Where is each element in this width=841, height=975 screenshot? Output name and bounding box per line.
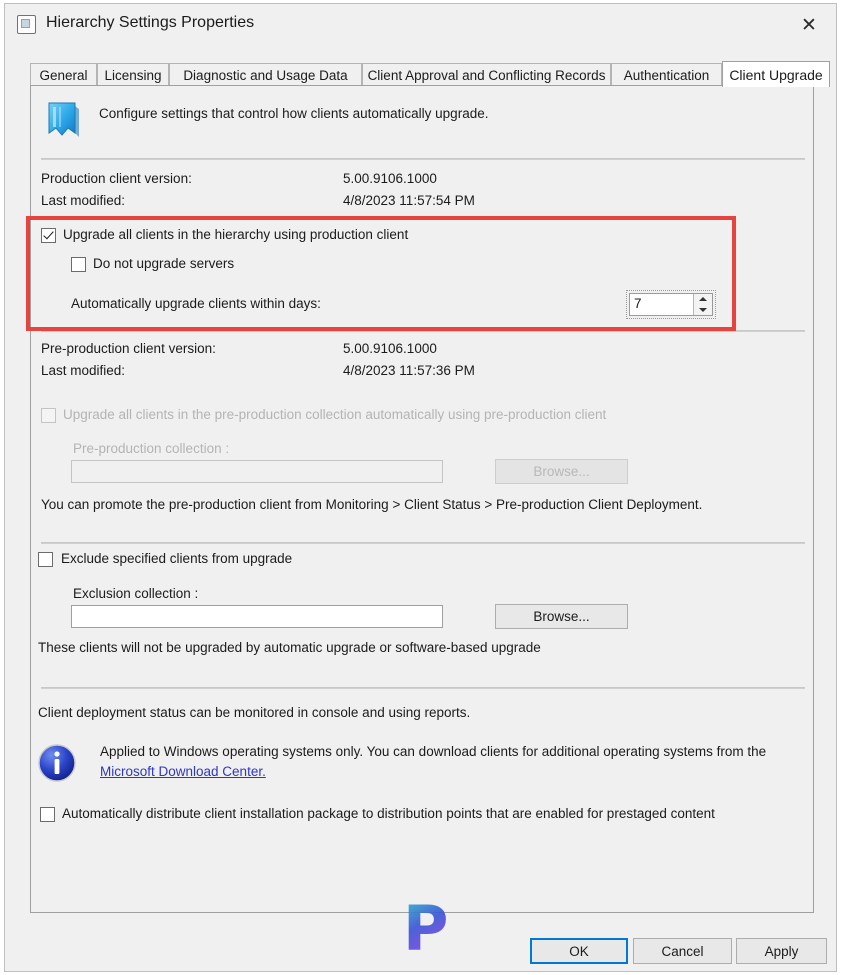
info-text-prefix: the	[747, 744, 767, 759]
tab-licensing[interactable]: Licensing	[97, 63, 169, 86]
upgrade-all-clients-label: Upgrade all clients in the hierarchy usi…	[63, 227, 409, 242]
within-days-value: 7	[634, 296, 642, 311]
exclusion-browse-button[interactable]: Browse...	[495, 604, 628, 629]
preproduction-browse-button: Browse...	[495, 459, 628, 484]
properties-icon	[17, 15, 36, 34]
window-title: Hierarchy Settings Properties	[46, 14, 255, 31]
properties-dialog: Hierarchy Settings Properties ✕ General …	[4, 3, 837, 972]
tab-general[interactable]: General	[30, 63, 97, 86]
exclusion-collection-label: Exclusion collection :	[73, 586, 199, 601]
info-icon	[38, 744, 76, 782]
production-modified-value: 4/8/2023 11:57:54 PM	[343, 193, 475, 208]
deployment-status-note: Client deployment status can be monitore…	[38, 705, 471, 720]
preproduction-version-value: 5.00.9106.1000	[343, 341, 437, 356]
exclude-clients-label: Exclude specified clients from upgrade	[61, 551, 293, 566]
close-icon[interactable]: ✕	[790, 9, 828, 41]
tab-client-upgrade[interactable]: Client Upgrade	[722, 61, 830, 87]
auto-distribute-package-label: Automatically distribute client installa…	[62, 806, 715, 821]
panel-description: Configure settings that control how clie…	[99, 106, 489, 121]
within-days-label: Automatically upgrade clients within day…	[71, 296, 321, 311]
microsoft-download-center-link[interactable]: Microsoft Download Center.	[100, 764, 266, 779]
preproduction-modified-value: 4/8/2023 11:57:36 PM	[343, 363, 475, 378]
do-not-upgrade-servers-label: Do not upgrade servers	[93, 256, 235, 271]
tab-strip: General Licensing Diagnostic and Usage D…	[30, 61, 830, 87]
tab-diagnostic-and-usage-data[interactable]: Diagnostic and Usage Data	[169, 63, 362, 86]
cancel-button[interactable]: Cancel	[633, 938, 732, 964]
preproduction-collection-input	[71, 460, 443, 483]
tab-client-approval-and-conflicting-records[interactable]: Client Approval and Conflicting Records	[362, 63, 611, 86]
separator-3	[41, 542, 805, 544]
preproduction-upgrade-checkbox	[41, 408, 56, 423]
production-version-value: 5.00.9106.1000	[343, 171, 437, 186]
spinner-down-icon[interactable]	[694, 305, 712, 315]
production-version-label: Production client version:	[41, 171, 192, 186]
separator-1	[41, 158, 805, 160]
within-days-spinner[interactable]: 7	[629, 293, 713, 316]
do-not-upgrade-servers-checkbox[interactable]	[71, 257, 86, 272]
info-text: Applied to Windows operating systems onl…	[100, 742, 790, 782]
separator-2	[41, 330, 805, 332]
info-text-main: Applied to Windows operating systems onl…	[100, 744, 744, 759]
preproduction-hint: You can promote the pre-production clien…	[41, 497, 703, 512]
apply-button[interactable]: Apply	[736, 938, 827, 964]
dialog-footer: OK Cancel Apply	[5, 917, 836, 971]
client-upgrade-panel: Configure settings that control how clie…	[30, 85, 814, 913]
client-package-icon	[48, 102, 79, 137]
upgrade-all-clients-checkbox[interactable]	[41, 228, 56, 243]
auto-distribute-package-checkbox[interactable]	[40, 807, 55, 822]
ok-button[interactable]: OK	[530, 938, 628, 964]
separator-4	[41, 687, 805, 689]
preproduction-version-label: Pre-production client version:	[41, 341, 216, 356]
exclusion-hint: These clients will not be upgraded by au…	[38, 640, 541, 655]
exclude-clients-checkbox[interactable]	[38, 552, 53, 567]
preproduction-modified-label: Last modified:	[41, 363, 126, 378]
spinner-up-icon[interactable]	[694, 294, 712, 304]
preproduction-collection-label: Pre-production collection :	[73, 441, 230, 456]
exclusion-collection-input[interactable]	[71, 605, 443, 628]
title-bar: Hierarchy Settings Properties ✕	[5, 4, 836, 46]
production-modified-label: Last modified:	[41, 193, 126, 208]
preproduction-upgrade-label: Upgrade all clients in the pre-productio…	[63, 407, 607, 422]
spinner-buttons[interactable]	[693, 294, 712, 315]
tab-authentication[interactable]: Authentication	[611, 63, 722, 86]
